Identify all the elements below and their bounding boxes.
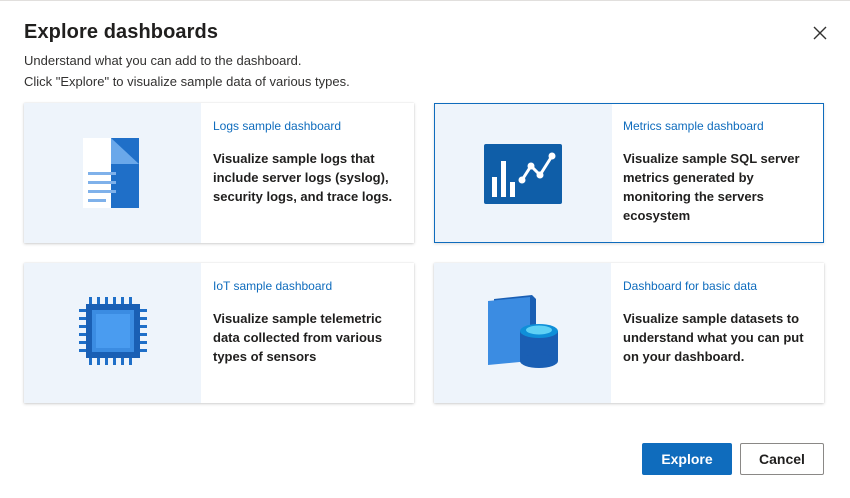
dialog-description-line2: Click "Explore" to visualize sample data… (24, 74, 350, 89)
card-art (24, 103, 201, 243)
card-title: Metrics sample dashboard (623, 119, 764, 133)
card-art (434, 263, 611, 403)
card-description: Visualize sample datasets to understand … (623, 311, 804, 364)
card-title: Dashboard for basic data (623, 279, 758, 293)
card-description: Visualize sample telemetric data collect… (213, 311, 383, 364)
explore-button[interactable]: Explore (642, 443, 732, 475)
close-icon[interactable] (810, 23, 830, 43)
card-title: Logs sample dashboard (213, 119, 342, 133)
document-icon (83, 138, 139, 208)
chart-icon (484, 144, 562, 204)
card-logs-sample-dashboard[interactable]: Logs sample dashboard Visualize sample l… (24, 103, 414, 243)
card-art (24, 263, 201, 403)
card-dashboard-for-basic-data[interactable]: Dashboard for basic data Visualize sampl… (434, 263, 824, 403)
explore-dashboards-dialog: Explore dashboards Understand what you c… (0, 0, 850, 498)
database-icon (488, 295, 558, 368)
dialog-title: Explore dashboards (24, 21, 219, 43)
card-metrics-sample-dashboard[interactable]: Metrics sample dashboard Visualize sampl… (434, 103, 824, 243)
card-art (435, 104, 612, 242)
dialog-description-line1: Understand what you can add to the dashb… (24, 53, 302, 68)
card-description: Visualize sample logs that include serve… (213, 151, 393, 204)
card-iot-sample-dashboard[interactable]: IoT sample dashboard Visualize sample te… (24, 263, 414, 403)
card-description: Visualize sample SQL server metrics gene… (623, 151, 800, 223)
cancel-button[interactable]: Cancel (740, 443, 824, 475)
chip-icon (79, 297, 147, 365)
card-title: IoT sample dashboard (213, 279, 333, 293)
